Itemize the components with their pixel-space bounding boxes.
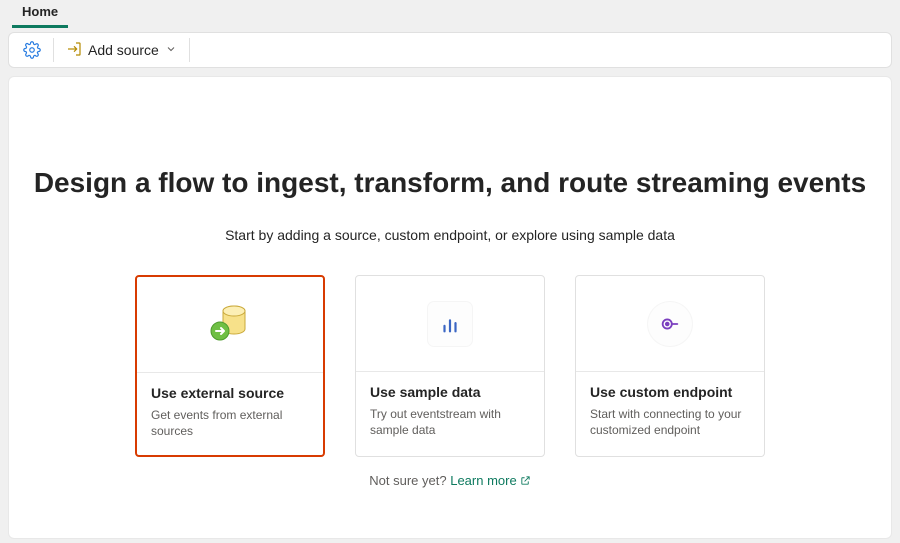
- card-description: Get events from external sources: [151, 407, 309, 439]
- ribbon-divider: [53, 38, 54, 62]
- card-title: Use custom endpoint: [590, 384, 750, 400]
- chevron-down-icon: [165, 42, 177, 58]
- page-subhead: Start by adding a source, custom endpoin…: [9, 227, 891, 243]
- card-title: Use sample data: [370, 384, 530, 400]
- card-illustration: [576, 276, 764, 372]
- ribbon-divider: [189, 38, 190, 62]
- canvas: Design a flow to ingest, transform, and …: [8, 76, 892, 539]
- card-external-source[interactable]: Use external source Get events from exte…: [135, 275, 325, 457]
- card-body: Use custom endpoint Start with connectin…: [576, 372, 764, 454]
- external-link-icon: [520, 474, 531, 489]
- gear-icon: [23, 41, 41, 59]
- card-custom-endpoint[interactable]: Use custom endpoint Start with connectin…: [575, 275, 765, 457]
- import-arrow-icon: [66, 41, 82, 60]
- page-headline: Design a flow to ingest, transform, and …: [9, 167, 891, 199]
- endpoint-icon: [648, 302, 692, 346]
- database-arrow-icon: [202, 295, 258, 354]
- tab-home[interactable]: Home: [12, 0, 68, 28]
- card-illustration: [137, 277, 323, 373]
- card-illustration: [356, 276, 544, 372]
- card-description: Start with connecting to your customized…: [590, 406, 750, 438]
- learn-prefix: Not sure yet?: [369, 473, 450, 488]
- card-title: Use external source: [151, 385, 309, 401]
- settings-button[interactable]: [17, 36, 47, 64]
- learn-more-row: Not sure yet? Learn more: [9, 473, 891, 489]
- card-description: Try out eventstream with sample data: [370, 406, 530, 438]
- tab-bar: Home: [0, 0, 900, 28]
- card-body: Use external source Get events from exte…: [137, 373, 323, 455]
- card-body: Use sample data Try out eventstream with…: [356, 372, 544, 454]
- learn-more-link[interactable]: Learn more: [450, 473, 530, 488]
- add-source-label: Add source: [88, 42, 159, 58]
- card-sample-data[interactable]: Use sample data Try out eventstream with…: [355, 275, 545, 457]
- card-row: Use external source Get events from exte…: [9, 275, 891, 457]
- add-source-button[interactable]: Add source: [60, 36, 183, 64]
- bar-chart-icon: [428, 302, 472, 346]
- ribbon: Add source: [8, 32, 892, 68]
